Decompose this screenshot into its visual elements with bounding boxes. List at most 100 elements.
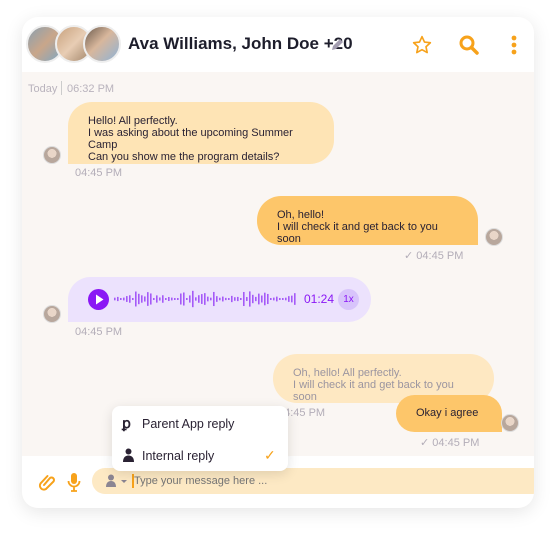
waveform-bar bbox=[234, 297, 236, 301]
message-time: 04:45 PM bbox=[416, 250, 464, 262]
message-bubble: Okay i agree bbox=[396, 395, 502, 432]
message-line: Oh, hello! bbox=[277, 209, 325, 221]
sender-avatar bbox=[485, 228, 503, 246]
waveform-bar bbox=[159, 297, 161, 301]
waveform-bar bbox=[186, 298, 188, 300]
waveform-bar bbox=[138, 293, 140, 305]
waveform-bar bbox=[183, 292, 185, 306]
message-line: Hello! All perfectly. bbox=[88, 115, 178, 127]
waveform-bar bbox=[210, 297, 212, 301]
waveform-bar bbox=[195, 297, 197, 301]
star-icon[interactable] bbox=[412, 35, 432, 55]
waveform-bar bbox=[192, 290, 194, 308]
waveform-bar bbox=[147, 292, 149, 306]
message-line: Can you show me the program details? bbox=[88, 151, 280, 163]
waveform-bar bbox=[276, 296, 278, 302]
waveform-bar bbox=[279, 298, 281, 300]
waveform-bar bbox=[168, 296, 170, 302]
message-status: ✓ 04:45 PM bbox=[404, 249, 463, 262]
search-icon[interactable] bbox=[459, 35, 479, 55]
sender-avatar bbox=[43, 305, 61, 323]
waveform-bar bbox=[252, 294, 254, 304]
waveform-bar bbox=[171, 297, 173, 301]
message-time: 04:45 PM bbox=[432, 437, 480, 449]
avatar[interactable] bbox=[83, 25, 121, 63]
sender-avatar bbox=[501, 414, 519, 432]
waveform-bar bbox=[189, 295, 191, 303]
reply-type-selector-icon[interactable] bbox=[106, 474, 128, 488]
waveform-bar bbox=[270, 298, 272, 300]
chat-header: Ava Williams, John Doe +20 bbox=[22, 17, 534, 72]
waveform-bar bbox=[255, 296, 257, 302]
waveform-bar bbox=[213, 291, 215, 307]
waveform-bar bbox=[240, 298, 242, 300]
waveform-bar bbox=[204, 293, 206, 305]
menu-item-parent-app-reply[interactable]: ꝑ Parent App reply bbox=[112, 408, 288, 440]
waveform-bar bbox=[216, 296, 218, 302]
audio-waveform[interactable] bbox=[114, 288, 298, 310]
waveform-bar bbox=[120, 298, 122, 300]
chat-window: Ava Williams, John Doe +20 Today 06:32 P… bbox=[22, 17, 534, 508]
waveform-bar bbox=[177, 298, 179, 300]
message-bubble: Hello! All perfectly. I was asking about… bbox=[68, 102, 334, 164]
audio-message: 01:24 1x bbox=[68, 277, 371, 322]
audio-duration: 01:24 bbox=[304, 292, 335, 306]
waveform-bar bbox=[264, 292, 266, 306]
waveform-bar bbox=[150, 293, 152, 305]
waveform-bar bbox=[114, 297, 116, 301]
waveform-bar bbox=[258, 293, 260, 305]
waveform-bar bbox=[267, 293, 269, 305]
chat-title: Ava Williams, John Doe +20 bbox=[128, 34, 353, 53]
waveform-bar bbox=[249, 291, 251, 307]
waveform-bar bbox=[261, 295, 263, 303]
waveform-bar bbox=[231, 295, 233, 303]
message-line: Okay i agree bbox=[416, 407, 479, 419]
paperclip-icon[interactable] bbox=[38, 473, 56, 491]
message-bubble: Oh, hello! I will check it and get back … bbox=[257, 196, 478, 245]
waveform-bar bbox=[237, 296, 239, 302]
menu-item-label: Parent App reply bbox=[142, 417, 235, 431]
waveform-bar bbox=[141, 295, 143, 303]
check-icon: ✓ bbox=[420, 437, 433, 449]
checkmark-icon: ✓ bbox=[264, 447, 276, 463]
message-line: I will check it and get back to you soon bbox=[277, 221, 438, 245]
waveform-bar bbox=[291, 295, 293, 303]
waveform-bar bbox=[162, 295, 164, 303]
message-line: I was asking about the upcoming Summer C… bbox=[88, 127, 293, 151]
waveform-bar bbox=[129, 295, 131, 303]
waveform-bar bbox=[123, 297, 125, 301]
waveform-bar bbox=[135, 291, 137, 307]
person-icon bbox=[123, 448, 134, 462]
menu-item-internal-reply[interactable]: Internal reply ✓ bbox=[112, 440, 288, 472]
divider bbox=[61, 81, 62, 95]
more-vertical-icon[interactable] bbox=[510, 35, 518, 55]
waveform-bar bbox=[156, 295, 158, 303]
playback-speed-button[interactable]: 1x bbox=[338, 289, 359, 310]
waveform-bar bbox=[201, 294, 203, 304]
pencil-icon[interactable] bbox=[330, 38, 344, 52]
waveform-bar bbox=[126, 296, 128, 302]
waveform-bar bbox=[282, 298, 284, 300]
waveform-bar bbox=[285, 297, 287, 301]
reply-type-menu: ꝑ Parent App reply Internal reply ✓ bbox=[112, 406, 288, 471]
microphone-icon[interactable] bbox=[67, 472, 81, 492]
parent-app-icon: ꝑ bbox=[122, 415, 131, 431]
waveform-bar bbox=[243, 291, 245, 307]
message-input[interactable] bbox=[134, 471, 514, 491]
waveform-bar bbox=[225, 297, 227, 301]
waveform-bar bbox=[207, 296, 209, 302]
waveform-bar bbox=[117, 296, 119, 302]
sender-avatar bbox=[43, 146, 61, 164]
message-time: 04:45 PM bbox=[75, 167, 123, 179]
play-icon[interactable] bbox=[88, 289, 109, 310]
check-icon: ✓ bbox=[404, 250, 417, 262]
waveform-bar bbox=[132, 298, 134, 300]
date-time: 06:32 PM bbox=[67, 83, 115, 95]
waveform-bar bbox=[288, 296, 290, 302]
waveform-bar bbox=[273, 297, 275, 301]
date-day: Today bbox=[28, 83, 58, 95]
waveform-bar bbox=[180, 293, 182, 305]
waveform-bar bbox=[144, 296, 146, 302]
waveform-bar bbox=[294, 293, 296, 305]
waveform-bar bbox=[246, 297, 248, 301]
